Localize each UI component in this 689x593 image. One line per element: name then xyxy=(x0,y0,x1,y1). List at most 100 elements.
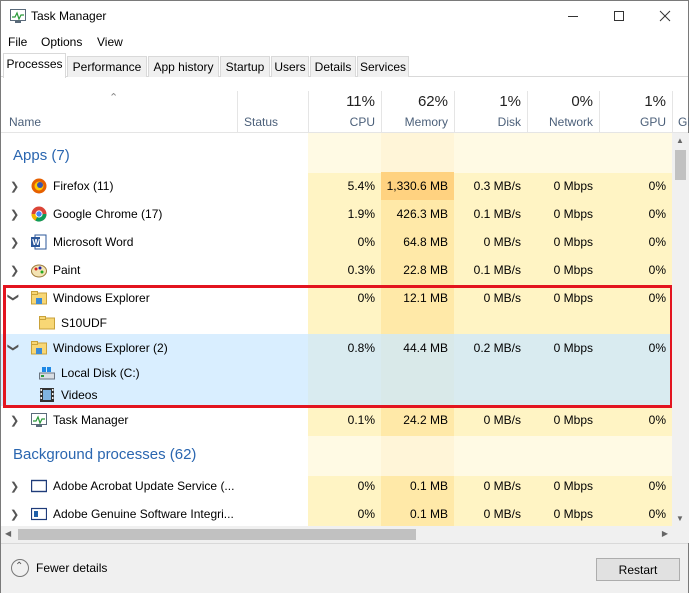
expand-chevron-icon[interactable]: ❯ xyxy=(10,180,19,193)
task-manager-icon xyxy=(31,413,47,427)
scrollbar-corner xyxy=(672,526,689,543)
restart-button[interactable]: Restart xyxy=(596,558,680,581)
column-header-row: ⌃ Name Status 11% CPU 62% Memory 1% Disk… xyxy=(1,91,689,133)
cpu-value: 0.3% xyxy=(347,263,375,277)
task-manager-app-icon xyxy=(10,9,26,23)
gpu-value: 0% xyxy=(648,207,666,221)
gpu-value: 0% xyxy=(648,263,666,277)
column-header-memory[interactable]: 62% Memory xyxy=(381,91,454,133)
cpu-value: 5.4% xyxy=(347,179,375,193)
fewer-details-link[interactable]: Fewer details xyxy=(36,561,107,575)
column-header-name[interactable]: ⌃ Name xyxy=(1,91,237,133)
vertical-scroll-thumb[interactable] xyxy=(675,150,686,180)
gpu-value: 0% xyxy=(648,179,666,193)
group-header-fade-2 xyxy=(308,436,672,476)
network-value: 0 Mbps xyxy=(553,179,593,193)
column-network-label: Network xyxy=(548,115,593,129)
disk-value: 0.1 MB/s xyxy=(473,207,521,221)
process-row[interactable]: ❯ Google Chrome (17) 1.9% 426.3 MB 0.1 M… xyxy=(1,200,672,228)
chevron-up-circle-icon[interactable]: ⌃ xyxy=(11,559,29,577)
tab-processes[interactable]: Processes xyxy=(3,53,66,78)
title-bar[interactable]: Task Manager xyxy=(1,1,688,32)
process-name: Adobe Genuine Software Integri... xyxy=(53,507,234,521)
expand-chevron-icon[interactable]: ❯ xyxy=(10,264,19,277)
minimize-button[interactable] xyxy=(550,1,596,32)
expand-chevron-icon[interactable]: ❯ xyxy=(10,236,19,249)
cpu-value: 1.9% xyxy=(347,207,375,221)
tab-startup[interactable]: Startup xyxy=(220,56,270,77)
cpu-total-percent: 11% xyxy=(346,93,375,110)
menu-view[interactable]: View xyxy=(97,35,123,49)
network-value: 0 Mbps xyxy=(553,479,593,493)
highlight-annotation-box xyxy=(3,285,673,408)
process-row[interactable]: ❯ Adobe Acrobat Update Service (... 0% 0… xyxy=(1,472,672,500)
maximize-button[interactable] xyxy=(596,1,642,32)
column-header-disk[interactable]: 1% Disk xyxy=(454,91,527,133)
expand-chevron-icon[interactable]: ❯ xyxy=(10,508,19,521)
memory-value: 22.8 MB xyxy=(403,263,448,277)
expand-chevron-icon[interactable]: ❯ xyxy=(10,414,19,427)
word-icon: W xyxy=(31,234,47,250)
menu-options[interactable]: Options xyxy=(41,35,82,49)
column-header-cpu[interactable]: 11% CPU xyxy=(308,91,381,133)
column-cpu-label: CPU xyxy=(349,115,375,129)
svg-text:W: W xyxy=(32,238,40,247)
disk-value: 0 MB/s xyxy=(483,479,521,493)
tab-services[interactable]: Services xyxy=(357,56,409,77)
disk-value: 0.3 MB/s xyxy=(473,179,521,193)
expand-chevron-icon[interactable]: ❯ xyxy=(10,480,19,493)
process-row[interactable]: ❯ W Microsoft Word 0% 64.8 MB 0 MB/s 0 M… xyxy=(1,228,672,256)
column-header-gpu-engine[interactable]: GI xyxy=(672,91,689,133)
column-header-gpu[interactable]: 1% GPU xyxy=(599,91,672,133)
process-name: Task Manager xyxy=(53,413,129,427)
process-name: Paint xyxy=(53,263,81,277)
process-name: Adobe Acrobat Update Service (... xyxy=(53,479,235,493)
process-row[interactable]: ❯ Task Manager 0.1% 24.2 MB 0 MB/s 0 Mbp… xyxy=(1,406,672,434)
cpu-value: 0.1% xyxy=(347,413,375,427)
tab-app-history[interactable]: App history xyxy=(148,56,219,77)
sort-ascending-icon: ⌃ xyxy=(109,92,119,104)
column-name-label: Name xyxy=(9,115,42,129)
network-value: 0 Mbps xyxy=(553,413,593,427)
column-gpu-engine-label: GI xyxy=(678,115,689,129)
expand-chevron-icon[interactable]: ❯ xyxy=(10,208,19,221)
column-status-label: Status xyxy=(244,115,279,129)
process-row[interactable]: ❯ Paint 0.3% 22.8 MB 0.1 MB/s 0 Mbps 0% xyxy=(1,256,672,284)
footer-bar: ⌃ Fewer details Restart xyxy=(1,543,688,593)
group-background-processes: Background processes (62) xyxy=(13,446,197,463)
menu-file[interactable]: File xyxy=(8,35,27,49)
cpu-value: 0% xyxy=(357,479,375,493)
memory-value: 24.2 MB xyxy=(403,413,448,427)
adobe-genuine-icon xyxy=(31,507,47,521)
memory-value: 426.3 MB xyxy=(396,207,448,221)
scroll-left-arrow-icon[interactable]: ◀ xyxy=(5,529,11,538)
disk-value: 0.1 MB/s xyxy=(473,263,521,277)
horizontal-scroll-thumb[interactable] xyxy=(18,529,416,540)
memory-total-percent: 62% xyxy=(417,93,448,110)
gpu-value: 0% xyxy=(648,507,666,521)
memory-value: 0.1 MB xyxy=(409,507,448,521)
close-icon xyxy=(659,10,671,22)
tab-users[interactable]: Users xyxy=(271,56,309,77)
task-manager-window: Task Manager File Options View Processes… xyxy=(0,0,689,593)
network-value: 0 Mbps xyxy=(553,235,593,249)
close-button[interactable] xyxy=(642,1,688,32)
column-header-status[interactable]: Status xyxy=(237,91,308,133)
process-row[interactable]: ❯ Adobe Genuine Software Integri... 0% 0… xyxy=(1,500,672,526)
gpu-value: 0% xyxy=(648,235,666,249)
process-row[interactable]: ❯ Firefox (11) 5.4% 1,330.6 MB 0.3 MB/s … xyxy=(1,172,672,200)
network-value: 0 Mbps xyxy=(553,507,593,521)
tab-details[interactable]: Details xyxy=(310,56,356,77)
vertical-scrollbar[interactable]: ▲ ▼ xyxy=(672,133,689,526)
tab-performance[interactable]: Performance xyxy=(67,56,147,77)
memory-value: 64.8 MB xyxy=(403,235,448,249)
gpu-total-percent: 1% xyxy=(644,93,666,110)
process-name: Firefox (11) xyxy=(53,179,114,193)
scroll-up-arrow-icon[interactable]: ▲ xyxy=(676,136,684,145)
column-header-network[interactable]: 0% Network xyxy=(527,91,599,133)
scroll-right-arrow-icon[interactable]: ▶ xyxy=(662,529,668,538)
group-header-fade xyxy=(308,133,672,173)
horizontal-scrollbar[interactable]: ◀ ▶ xyxy=(1,526,672,543)
scroll-down-arrow-icon[interactable]: ▼ xyxy=(676,514,684,523)
paint-icon xyxy=(31,264,47,278)
